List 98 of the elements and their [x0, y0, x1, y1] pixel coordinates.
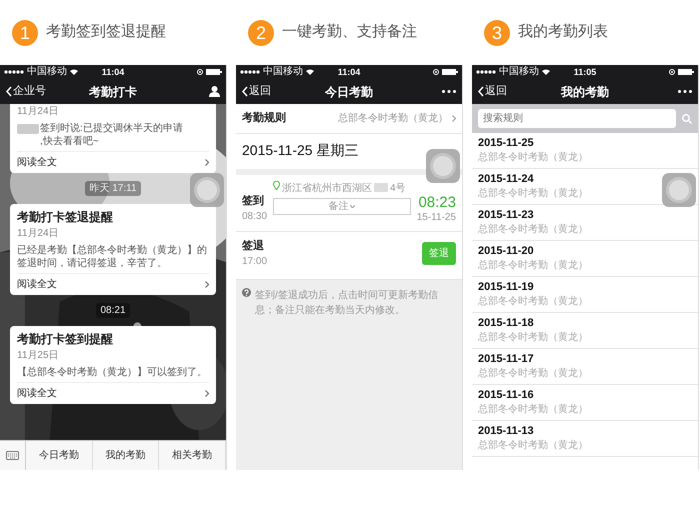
- back-link[interactable]: 返回: [242, 83, 325, 100]
- chevron-right-icon: [205, 390, 209, 397]
- read-more-link[interactable]: 阅读全文: [17, 273, 209, 295]
- more-icon[interactable]: [678, 90, 692, 93]
- read-more-label: 阅读全文: [17, 156, 57, 170]
- card-date: 11月25日: [17, 349, 60, 363]
- assistive-touch-button[interactable]: [662, 173, 696, 207]
- message-time: 08:21: [96, 303, 130, 318]
- step-title: 一键考勤、支持备注: [282, 22, 417, 42]
- record-date: 2015-11-23: [478, 208, 535, 223]
- wifi-icon: [70, 69, 78, 75]
- step-number: 2: [248, 20, 274, 46]
- status-time: 11:05: [574, 68, 596, 76]
- record-date: 2015-11-25: [478, 136, 535, 151]
- back-chevron-icon: [6, 86, 12, 97]
- status-time: 11:04: [338, 68, 360, 76]
- record-rule: 总部冬令时考勤（黄龙）: [478, 151, 589, 165]
- redacted-block: [17, 124, 39, 134]
- back-link[interactable]: 企业号: [6, 83, 89, 100]
- back-chevron-icon: [242, 86, 248, 97]
- record-rule: 总部冬令时考勤（黄龙）: [478, 331, 589, 345]
- card-date: 11月24日: [17, 227, 60, 241]
- check-out-label: 签退: [242, 238, 265, 254]
- battery-icon: [442, 69, 458, 75]
- read-more-link[interactable]: 阅读全文: [17, 382, 209, 404]
- rule-label: 考勤规则: [242, 110, 286, 126]
- rule-row[interactable]: 考勤规则 总部冬令时考勤（黄龙）: [236, 104, 462, 134]
- status-time: 11:04: [102, 68, 124, 76]
- record-row[interactable]: 2015-11-18 总部冬令时考勤（黄龙）: [472, 313, 698, 349]
- screen-title: 我的考勤: [561, 84, 609, 100]
- record-row[interactable]: 2015-11-13 总部冬令时考勤（黄龙）: [472, 421, 698, 457]
- record-date: 2015-11-16: [478, 388, 535, 403]
- record-row[interactable]: 2015-11-16 总部冬令时考勤（黄龙）: [472, 385, 698, 421]
- carrier-name: 中国移动: [263, 67, 303, 77]
- address-text: 浙江省杭州市西湖区: [282, 182, 372, 196]
- back-link[interactable]: 返回: [478, 83, 561, 100]
- step-title: 我的考勤列表: [518, 22, 608, 42]
- card-title: 考勤打卡签退提醒: [17, 209, 114, 226]
- record-rule: 总部冬令时考勤（黄龙）: [478, 403, 589, 417]
- search-field[interactable]: 搜索规则: [478, 109, 676, 128]
- battery-icon: [206, 69, 222, 75]
- record-rule: 总部冬令时考勤（黄龙）: [478, 439, 589, 453]
- assistive-touch-button[interactable]: [426, 149, 460, 183]
- more-icon[interactable]: [442, 90, 456, 93]
- chevron-right-icon: [205, 281, 209, 288]
- signal-icon: [476, 70, 496, 74]
- battery-icon: [678, 69, 694, 75]
- check-out-time: 17:00: [242, 255, 268, 269]
- chevron-right-icon: [452, 114, 456, 122]
- rule-value: 总部冬令时考勤（黄龙）: [338, 112, 448, 126]
- record-date: 2015-11-24: [478, 172, 535, 187]
- check-in-time: 08:30: [242, 210, 268, 224]
- note-text: 签到/签退成功后，点击时间可更新考勤信息；备注只能在考勤当天内修改。: [255, 288, 439, 318]
- screen-title: 考勤打卡: [89, 84, 137, 100]
- help-icon: [242, 288, 251, 297]
- record-row[interactable]: 2015-11-17 总部冬令时考勤（黄龙）: [472, 349, 698, 385]
- card-text: 已经是考勤【总部冬令时考勤（黄龙）】的签退时间，请记得签退，辛苦了。: [17, 244, 208, 270]
- record-row[interactable]: 2015-11-19 总部冬令时考勤（黄龙）: [472, 277, 698, 313]
- carrier-name: 中国移动: [27, 67, 67, 77]
- message-time: 昨天 17:11: [85, 181, 141, 196]
- card-date: 11月24日: [17, 105, 60, 119]
- person-icon[interactable]: [209, 86, 220, 97]
- record-rule: 总部冬令时考勤（黄龙）: [478, 223, 589, 237]
- location-pin-icon: [273, 180, 280, 190]
- card-text: 签到时说:已提交调休半天的申请 ,快去看看吧~: [40, 122, 183, 148]
- record-rule: 总部冬令时考勤（黄龙）: [478, 295, 589, 309]
- record-date: 2015-11-20: [478, 244, 535, 259]
- record-row[interactable]: 2015-11-25 总部冬令时考勤（黄龙）: [472, 133, 698, 169]
- card-text: 【总部冬令时考勤（黄龙）】可以签到了。: [17, 366, 207, 379]
- read-more-label: 阅读全文: [17, 278, 57, 292]
- record-date: 2015-11-13: [478, 424, 535, 439]
- record-rule: 总部冬令时考勤（黄龙）: [478, 259, 589, 273]
- caret-icon: [350, 204, 356, 208]
- step-number: 3: [484, 20, 510, 46]
- step-number: 1: [12, 20, 38, 46]
- record-date: 2015-11-18: [478, 316, 535, 331]
- screen-title: 今日考勤: [325, 84, 373, 100]
- signal-icon: [4, 70, 24, 74]
- redacted-block: [374, 182, 388, 192]
- check-in-label: 签到: [242, 194, 265, 208]
- record-row[interactable]: 2015-11-20 总部冬令时考勤（黄龙）: [472, 241, 698, 277]
- record-date: 2015-11-19: [478, 280, 535, 295]
- wifi-icon: [542, 69, 550, 75]
- record-rule: 总部冬令时考勤（黄龙）: [478, 187, 589, 201]
- step-title: 考勤签到签退提醒: [46, 22, 166, 42]
- back-chevron-icon: [478, 86, 484, 97]
- wifi-icon: [306, 69, 314, 75]
- address-text: 4号: [390, 182, 406, 196]
- carrier-name: 中国移动: [499, 67, 539, 77]
- read-more-label: 阅读全文: [17, 386, 57, 401]
- signal-icon: [240, 70, 260, 74]
- record-rule: 总部冬令时考勤（黄龙）: [478, 367, 589, 381]
- chevron-right-icon: [205, 159, 209, 166]
- read-more-link[interactable]: 阅读全文: [17, 151, 209, 173]
- record-date: 2015-11-17: [478, 352, 535, 367]
- card-title: 考勤打卡签到提醒: [17, 331, 114, 348]
- recorded-date: 15-11-25: [416, 210, 456, 224]
- keyboard-icon[interactable]: [6, 451, 19, 460]
